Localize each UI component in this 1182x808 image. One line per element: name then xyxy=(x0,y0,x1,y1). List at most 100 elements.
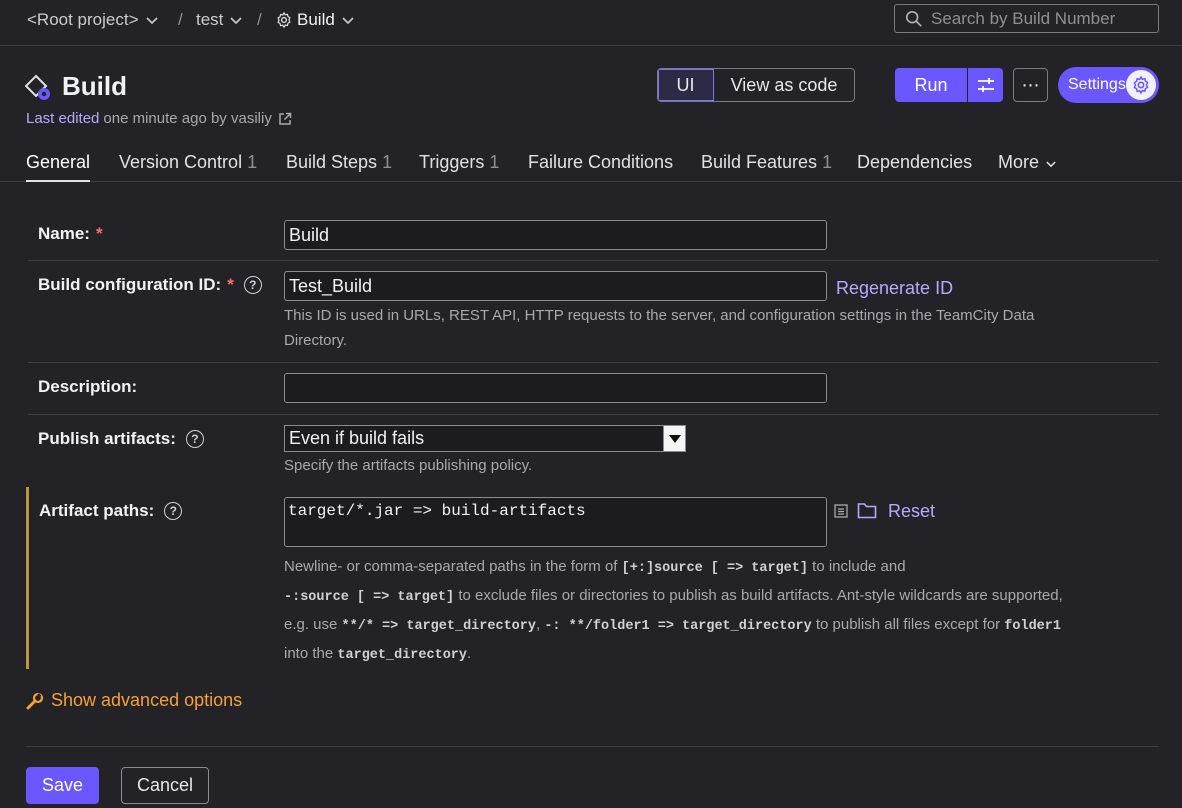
modified-indicator xyxy=(26,487,29,669)
publish-artifacts-value: Even if build fails xyxy=(289,428,425,448)
tab-label: Version Control xyxy=(119,152,243,172)
tab-count: 1 xyxy=(247,152,258,172)
required-marker: * xyxy=(227,275,234,294)
run-button[interactable]: Run xyxy=(895,68,967,102)
help-icon[interactable]: ? xyxy=(164,502,183,520)
description-label-text: Description: xyxy=(38,377,138,396)
chevron-down-icon xyxy=(230,13,242,28)
tab-triggers[interactable]: Triggers 1 xyxy=(419,152,499,173)
tab-label: Build Steps xyxy=(286,152,378,172)
breadcrumb-separator: / xyxy=(178,10,183,29)
name-field[interactable] xyxy=(284,220,827,250)
tab-more[interactable]: More xyxy=(998,152,1056,173)
tab-label: More xyxy=(998,152,1040,172)
last-edited-info: one minute ago by vasiliy xyxy=(103,110,272,127)
config-id-label: Build configuration ID: * ? xyxy=(38,275,262,295)
name-label: Name: * xyxy=(38,224,103,244)
dropdown-arrow-icon xyxy=(663,426,685,451)
ui-view-button[interactable]: UI xyxy=(658,69,714,101)
name-label-text: Name: xyxy=(38,224,90,243)
tab-label: Failure Conditions xyxy=(528,152,674,172)
hint-code: [+:]source [ => target] xyxy=(621,561,808,576)
config-id-field[interactable] xyxy=(284,271,827,301)
divider xyxy=(28,260,1159,261)
list-icon[interactable] xyxy=(834,504,848,518)
wrench-icon xyxy=(26,692,44,710)
chevron-down-icon xyxy=(145,13,158,28)
more-actions-button[interactable]: ⋯ xyxy=(1013,68,1048,102)
search-input[interactable] xyxy=(931,8,1151,29)
gear-icon xyxy=(275,11,293,29)
chevron-down-icon xyxy=(342,13,354,28)
breadcrumb-root-label: <Root project> xyxy=(27,10,139,29)
search-box[interactable] xyxy=(894,4,1159,33)
sliders-icon xyxy=(976,76,996,94)
tab-failure-conditions[interactable]: Failure Conditions xyxy=(528,152,673,173)
description-field[interactable] xyxy=(284,373,827,403)
artifact-paths-textarea[interactable]: target/*.jar => build-artifacts xyxy=(284,497,827,547)
last-edited: Last edited one minute ago by vasiliy xyxy=(26,110,292,127)
hint-code: target_directory xyxy=(337,648,468,663)
config-id-hint: This ID is used in URLs, REST API, HTTP … xyxy=(284,307,1035,349)
tab-count: 1 xyxy=(489,152,500,172)
run-options-button[interactable] xyxy=(968,68,1003,102)
help-icon[interactable]: ? xyxy=(185,430,204,448)
tab-label: General xyxy=(26,152,91,172)
divider xyxy=(26,746,1159,747)
tab-build-steps[interactable]: Build Steps 1 xyxy=(286,152,392,173)
last-edited-link[interactable]: Last edited xyxy=(26,110,99,127)
show-advanced-label: Show advanced options xyxy=(51,690,243,710)
save-button[interactable]: Save xyxy=(26,767,99,804)
folder-icon[interactable] xyxy=(857,502,877,519)
publish-artifacts-label-text: Publish artifacts: xyxy=(38,429,176,448)
build-config-icon xyxy=(24,73,53,108)
hint-code: -:source [ => target] xyxy=(284,590,455,605)
reset-link[interactable]: Reset xyxy=(888,501,935,522)
required-marker: * xyxy=(95,224,103,243)
publish-artifacts-hint: Specify the artifacts publishing policy. xyxy=(284,457,533,474)
search-icon xyxy=(905,10,923,28)
tab-dependencies[interactable]: Dependencies xyxy=(857,152,972,173)
page-title: Build xyxy=(62,71,127,101)
tab-general[interactable]: General xyxy=(26,152,91,182)
tab-build-features[interactable]: Build Features 1 xyxy=(701,152,832,173)
hint-text: , xyxy=(535,616,541,633)
hint-text: to include and xyxy=(812,558,906,575)
publish-artifacts-select[interactable]: Even if build fails xyxy=(284,425,686,452)
breadcrumb-project-label: test xyxy=(196,10,224,29)
tab-label: Dependencies xyxy=(857,152,973,172)
breadcrumb-project[interactable]: test xyxy=(196,10,242,30)
tab-label: Build Features xyxy=(701,152,818,172)
breadcrumb-root[interactable]: <Root project> xyxy=(27,10,158,30)
show-advanced-options[interactable]: Show advanced options xyxy=(26,690,242,711)
tab-version-control[interactable]: Version Control 1 xyxy=(119,152,257,173)
chevron-down-icon xyxy=(1046,161,1056,168)
top-bar: <Root project> / test / Build xyxy=(0,0,1182,46)
artifact-paths-label: Artifact paths: ? xyxy=(39,501,183,521)
cancel-button[interactable]: Cancel xyxy=(121,767,209,804)
breadcrumb-build[interactable]: Build xyxy=(275,10,354,30)
regenerate-id-link[interactable]: Regenerate ID xyxy=(836,278,953,299)
hint-text: into the xyxy=(284,645,334,662)
external-link-icon[interactable] xyxy=(278,112,292,126)
settings-toggle[interactable]: Settings xyxy=(1058,67,1159,103)
tab-count: 1 xyxy=(822,152,833,172)
tab-count: 1 xyxy=(382,152,393,172)
publish-artifacts-label: Publish artifacts: ? xyxy=(38,429,204,449)
tab-label: Triggers xyxy=(419,152,485,172)
hint-code: -: **/folder1 => target_directory xyxy=(544,619,812,634)
breadcrumb-build-label: Build xyxy=(297,10,335,29)
settings-label: Settings xyxy=(1068,76,1126,93)
artifact-paths-label-text: Artifact paths: xyxy=(39,501,155,520)
gear-icon xyxy=(1126,70,1156,100)
divider xyxy=(28,414,1159,415)
breadcrumb-separator: / xyxy=(257,10,262,29)
hint-text: to publish all files except for xyxy=(815,616,1001,633)
config-id-label-text: Build configuration ID: xyxy=(38,275,222,294)
hint-text: . xyxy=(467,645,472,662)
hint-code: folder1 xyxy=(1004,619,1061,634)
help-icon[interactable]: ? xyxy=(243,276,262,294)
settings-tabs: General Version Control 1 Build Steps 1 Tr… xyxy=(0,148,1182,182)
hint-code: **/* => target_directory xyxy=(341,619,536,634)
view-as-code-button[interactable]: View as code xyxy=(714,69,854,101)
